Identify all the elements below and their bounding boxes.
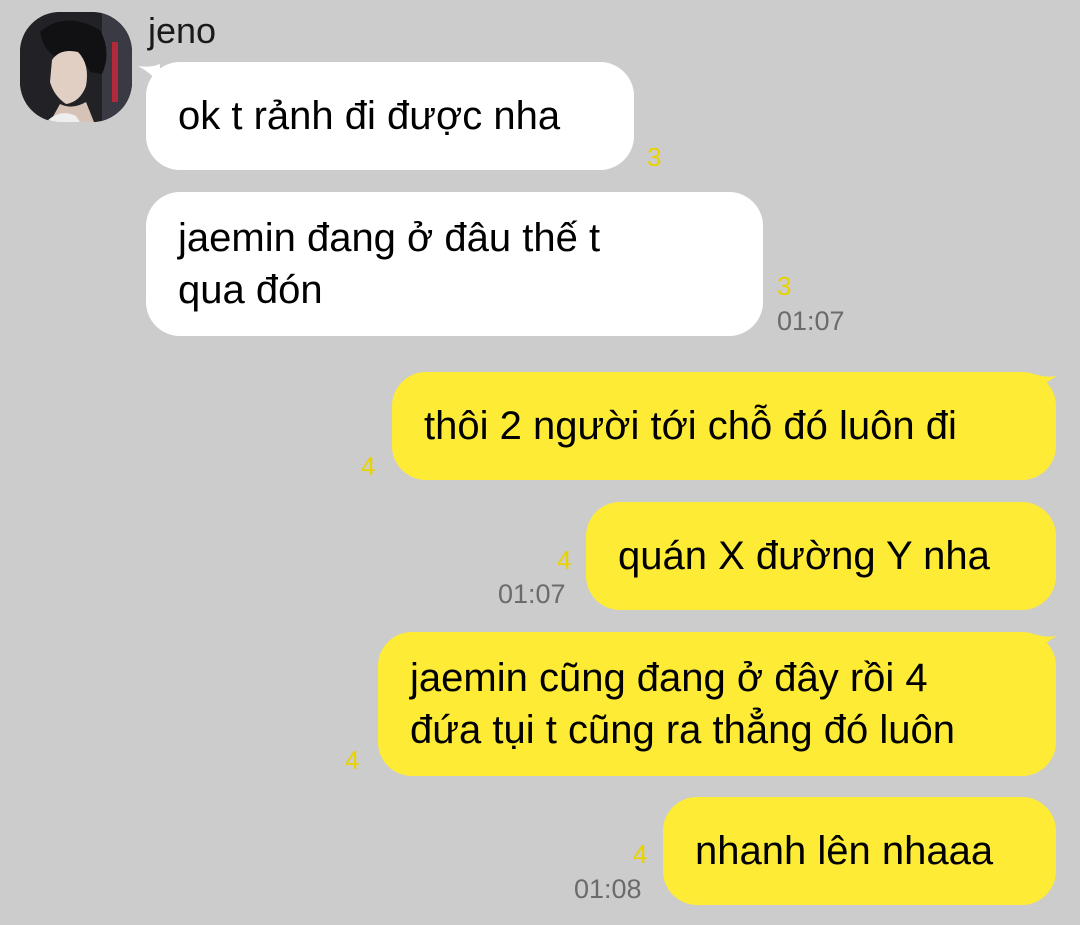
message-bubble-outgoing[interactable]: thôi 2 người tới chỗ đó luôn đi xyxy=(392,372,1056,480)
contact-avatar[interactable] xyxy=(20,12,132,122)
message-bubble-outgoing[interactable]: nhanh lên nhaaa xyxy=(663,797,1056,905)
message-bubble-incoming[interactable]: ok t rảnh đi được nha xyxy=(146,62,634,170)
message-bubble-outgoing[interactable]: jaemin cũng đang ở đây rồi 4 đứa tụi t c… xyxy=(378,632,1056,776)
message-text: quán X đường Y nha xyxy=(618,534,990,578)
sender-name: jeno xyxy=(148,10,217,51)
message-text-line: qua đón xyxy=(178,268,323,312)
unread-count: 3 xyxy=(647,142,662,172)
message-text: thôi 2 người tới chỗ đó luôn đi xyxy=(424,404,957,448)
message-text-line: jaemin cũng đang ở đây rồi 4 xyxy=(410,656,928,700)
message-text-line: đứa tụi t cũng ra thẳng đó luôn xyxy=(410,708,955,752)
unread-count: 4 xyxy=(345,745,360,775)
avatar-photo xyxy=(20,12,132,122)
message-text: ok t rảnh đi được nha xyxy=(178,94,561,138)
message-timestamp: 01:08 xyxy=(574,874,642,904)
unread-count: 4 xyxy=(633,839,648,869)
message-timestamp: 01:07 xyxy=(777,306,845,336)
message-bubble-incoming[interactable]: jaemin đang ở đâu thế t qua đón xyxy=(146,192,763,336)
unread-count: 3 xyxy=(777,271,792,301)
message-bubble-outgoing[interactable]: quán X đường Y nha xyxy=(586,502,1056,610)
unread-count: 4 xyxy=(361,451,376,481)
unread-count: 4 xyxy=(557,545,572,575)
message-text: nhanh lên nhaaa xyxy=(695,829,994,873)
message-text-line: jaemin đang ở đâu thế t xyxy=(178,216,601,260)
message-timestamp: 01:07 xyxy=(498,579,566,609)
